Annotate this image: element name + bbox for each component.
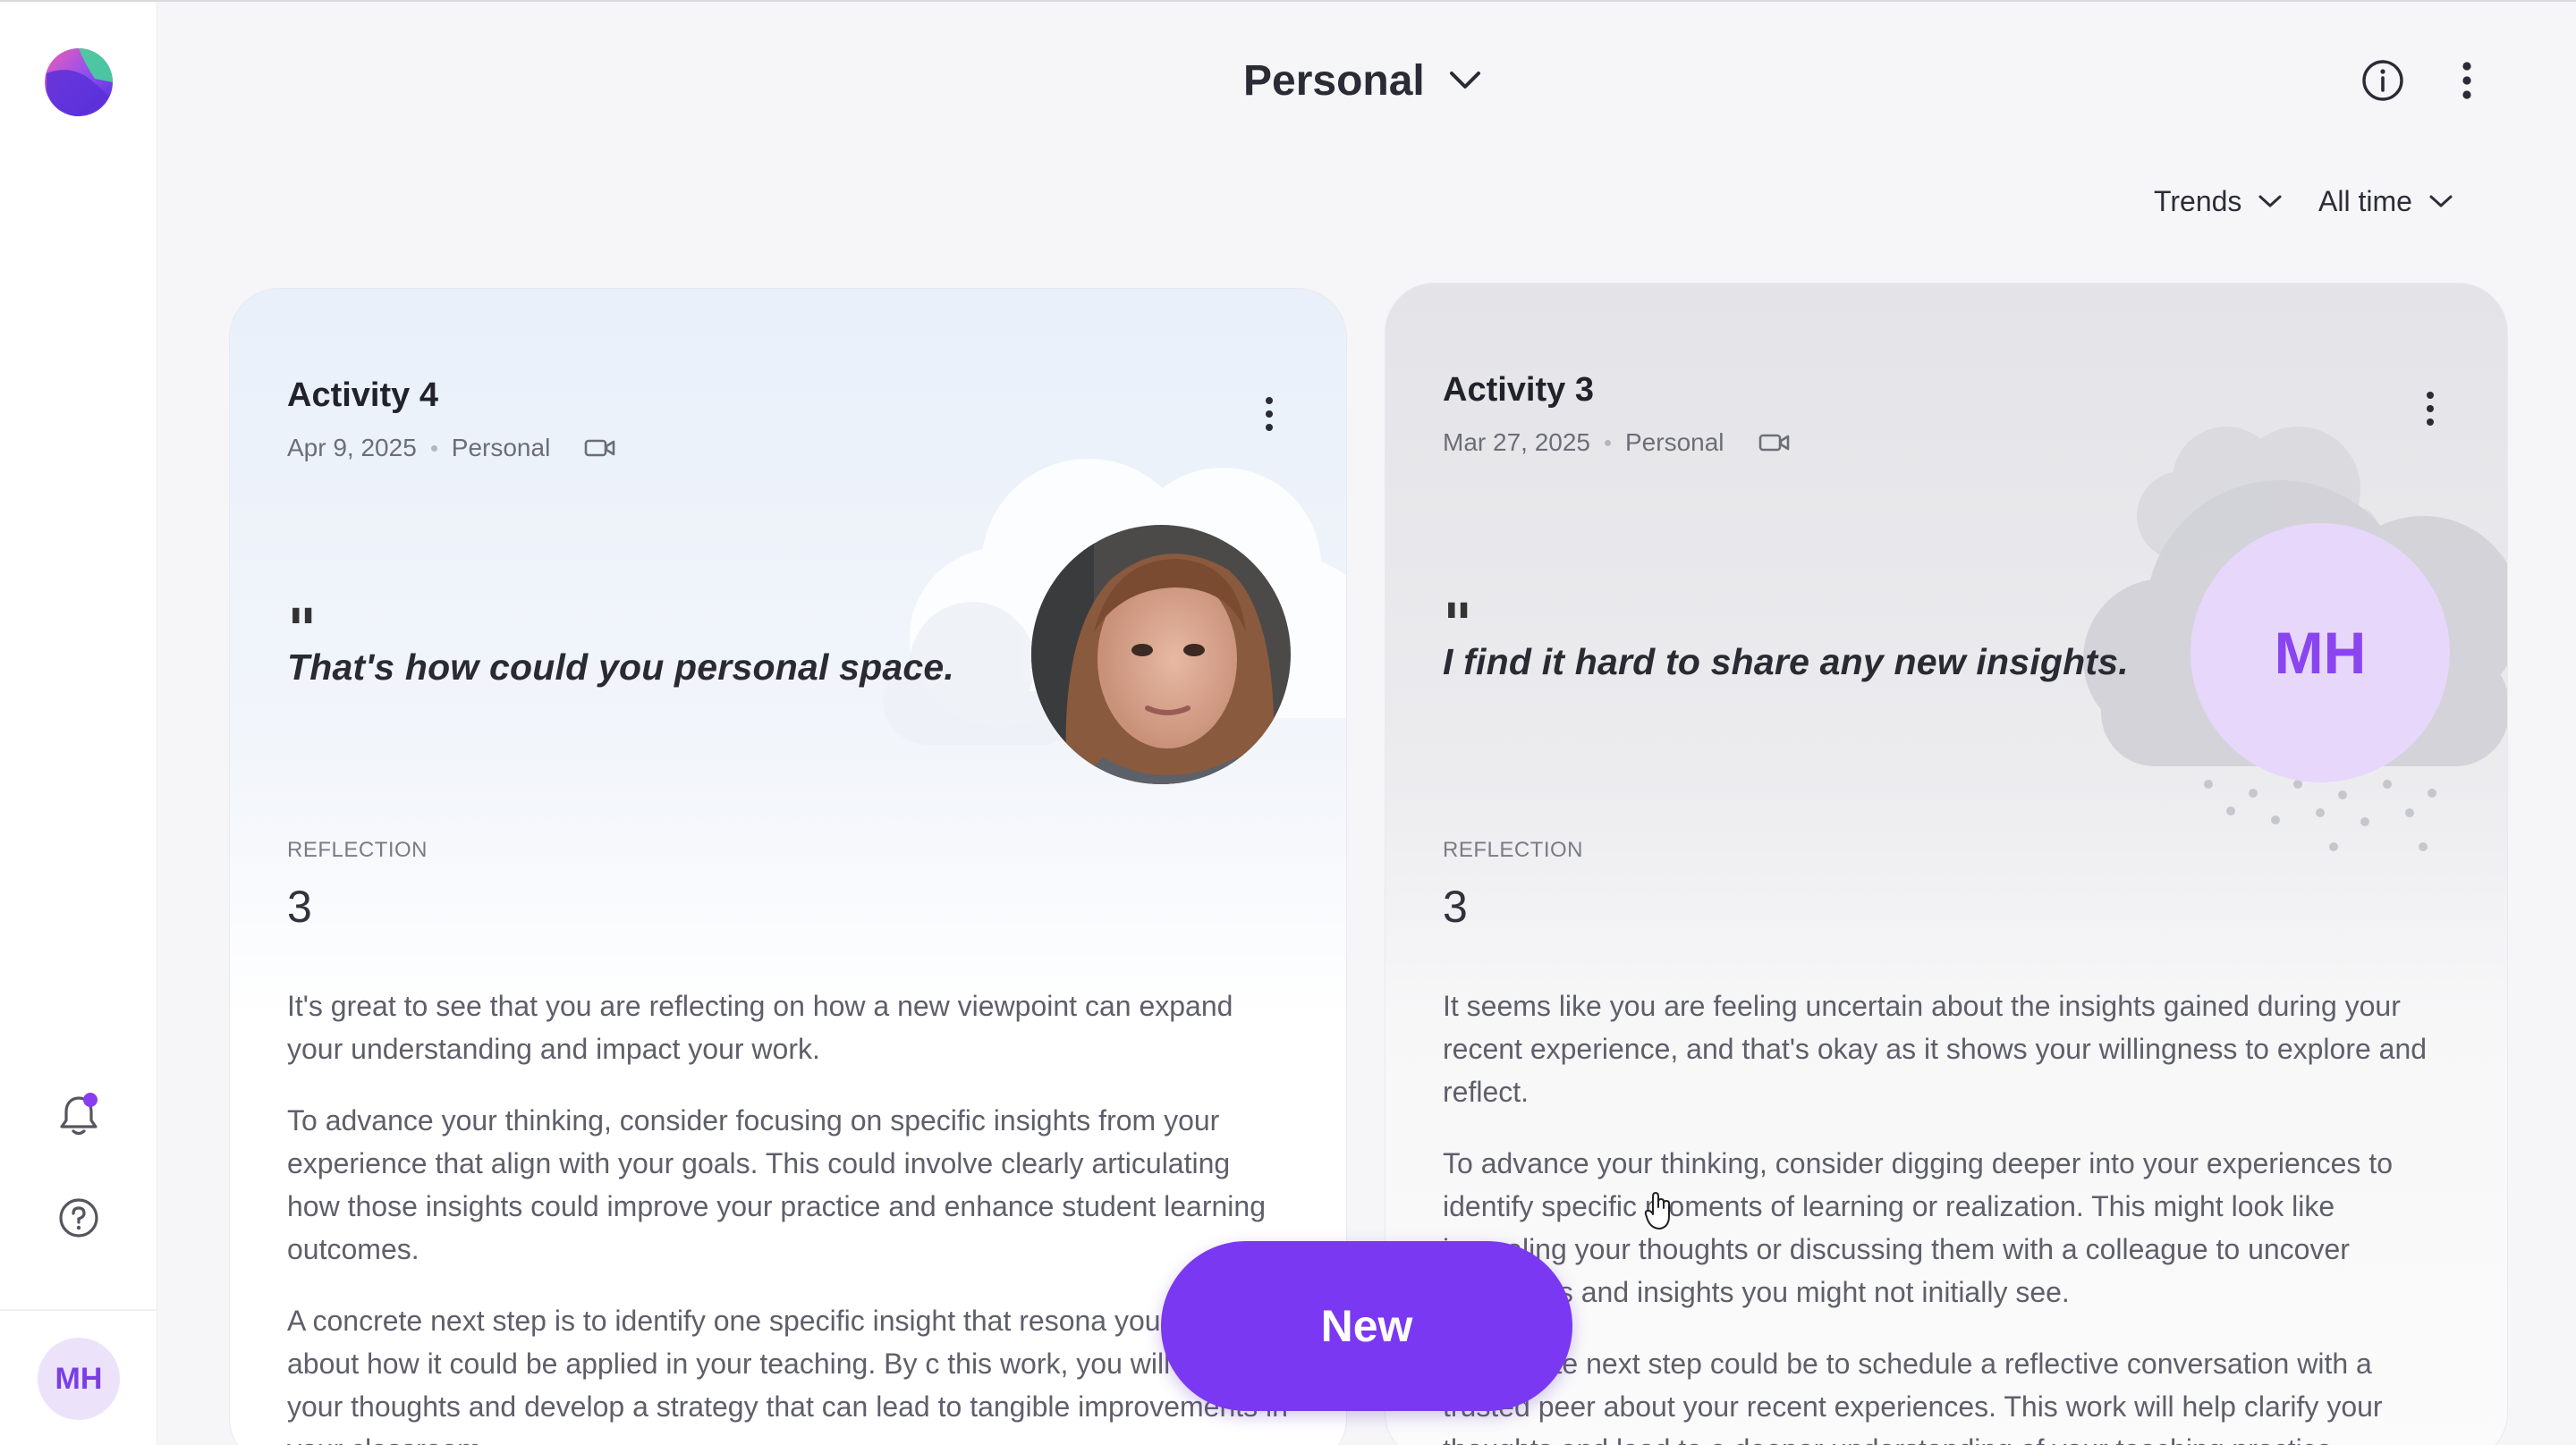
notifications-bell-icon[interactable] bbox=[52, 1087, 106, 1141]
activity-title: Activity 3 bbox=[1443, 371, 1594, 409]
chevron-down-icon bbox=[2258, 195, 2282, 207]
feedback-paragraph: It seems like you are feeling uncertain … bbox=[1443, 990, 2428, 1108]
participant-avatar[interactable]: MH bbox=[2190, 523, 2450, 782]
time-range-label: All time bbox=[2318, 184, 2412, 217]
activity-meta: Apr 9, 2025 Personal bbox=[287, 434, 616, 462]
feedback-paragraph: To advance your thinking, consider diggi… bbox=[1443, 1147, 2393, 1308]
info-icon[interactable] bbox=[2354, 52, 2411, 109]
reflection-label: REFLECTION bbox=[287, 838, 428, 862]
participant-video-thumbnail[interactable] bbox=[1031, 525, 1291, 784]
activity-date: Apr 9, 2025 bbox=[287, 434, 417, 461]
card-more-options-icon[interactable] bbox=[2412, 382, 2448, 435]
window-top-border bbox=[0, 0, 2576, 2]
sidebar: MH bbox=[0, 2, 157, 1445]
feedback-paragraph: To advance your thinking, consider focus… bbox=[287, 1104, 1266, 1265]
video-icon bbox=[1758, 434, 1789, 452]
activity-card[interactable]: Activity 3 Mar 27, 2025 Personal MH " I … bbox=[1385, 283, 2508, 1445]
time-range-dropdown[interactable]: All time bbox=[2318, 179, 2453, 224]
video-icon bbox=[584, 439, 615, 457]
user-avatar[interactable]: MH bbox=[38, 1338, 120, 1420]
activity-meta: Mar 27, 2025 Personal bbox=[1443, 428, 1791, 457]
page-title: Personal bbox=[1243, 56, 1425, 105]
meta-separator bbox=[430, 444, 437, 452]
help-icon[interactable] bbox=[52, 1191, 106, 1245]
reflection-value: 3 bbox=[1443, 882, 1468, 932]
activity-title: Activity 4 bbox=[287, 376, 438, 414]
activity-quote: I find it hard to share any new insights… bbox=[1443, 641, 2129, 682]
trends-label: Trends bbox=[2154, 184, 2242, 217]
feedback-paragraph: A concrete next step is to identify one … bbox=[287, 1305, 1288, 1445]
trends-dropdown[interactable]: Trends bbox=[2154, 179, 2283, 224]
reflection-feedback: It seems like you are feeling uncertain … bbox=[1443, 984, 2445, 1445]
feedback-paragraph: It's great to see that you are reflectin… bbox=[287, 990, 1233, 1065]
space-selector-dropdown[interactable]: Personal bbox=[1243, 52, 1482, 109]
reflection-label: REFLECTION bbox=[1443, 838, 1584, 862]
activity-category: Personal bbox=[1625, 428, 1724, 456]
more-options-icon[interactable] bbox=[2438, 52, 2496, 109]
meta-separator bbox=[1605, 439, 1611, 446]
chevron-down-icon bbox=[1449, 72, 1480, 89]
activity-date: Mar 27, 2025 bbox=[1443, 428, 1590, 456]
app-logo-icon[interactable] bbox=[43, 46, 114, 118]
activity-category: Personal bbox=[451, 434, 551, 461]
reflection-feedback: It's great to see that you are reflectin… bbox=[287, 984, 1289, 1445]
sidebar-divider bbox=[0, 1309, 157, 1311]
chevron-down-icon bbox=[2429, 195, 2453, 207]
activity-quote: That's how could you personal space. bbox=[287, 646, 954, 688]
new-activity-button[interactable]: New bbox=[1161, 1241, 1572, 1411]
reflection-value: 3 bbox=[287, 882, 312, 932]
card-more-options-icon[interactable] bbox=[1251, 387, 1287, 441]
feedback-paragraph: A concrete next step could be to schedul… bbox=[1443, 1348, 2383, 1445]
